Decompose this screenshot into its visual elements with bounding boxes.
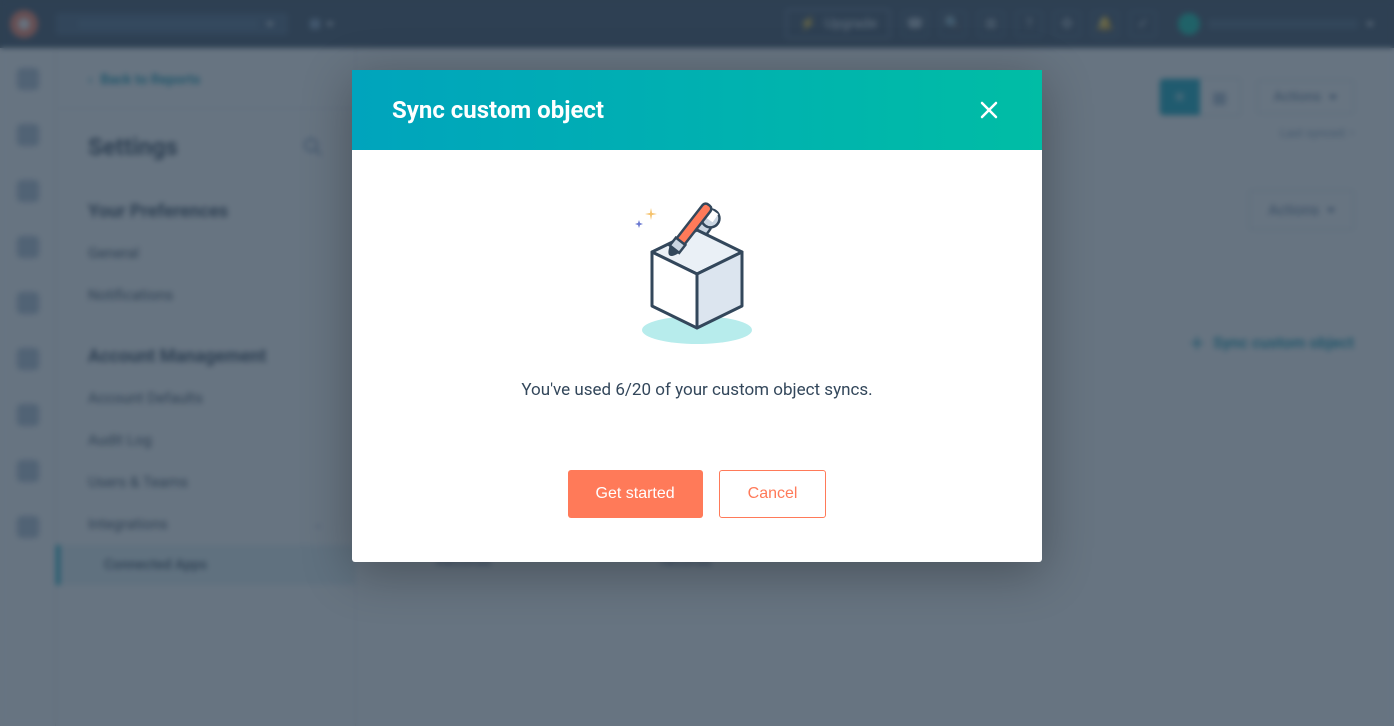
usage-text: You've used 6/20 of your custom object s… bbox=[392, 380, 1002, 400]
get-started-button[interactable]: Get started bbox=[568, 470, 703, 518]
close-icon[interactable] bbox=[976, 97, 1002, 123]
modal-footer: Get started Cancel bbox=[352, 470, 1042, 562]
modal-body: You've used 6/20 of your custom object s… bbox=[352, 150, 1042, 470]
custom-object-illustration-icon bbox=[617, 190, 777, 350]
sync-custom-object-modal: Sync custom object bbox=[352, 70, 1042, 562]
modal-overlay: Sync custom object bbox=[0, 0, 1394, 726]
cancel-button[interactable]: Cancel bbox=[719, 470, 827, 518]
modal-header: Sync custom object bbox=[352, 70, 1042, 150]
modal-title: Sync custom object bbox=[392, 96, 604, 124]
